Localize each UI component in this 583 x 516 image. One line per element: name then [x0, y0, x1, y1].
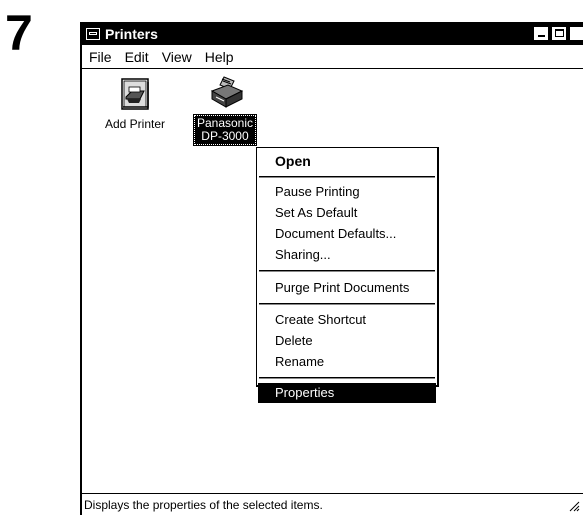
- menu-item-properties[interactable]: Properties: [258, 383, 436, 403]
- menu-separator: [259, 303, 435, 305]
- printer-icon: [208, 75, 244, 109]
- close-button[interactable]: ✕: [569, 26, 583, 41]
- menu-separator: [259, 270, 435, 272]
- menu-item-sharing[interactable]: Sharing...: [258, 245, 436, 265]
- menu-separator: [259, 377, 435, 379]
- menu-item-pause-printing[interactable]: Pause Printing: [258, 182, 436, 202]
- window-title: Printers: [105, 26, 158, 42]
- window-controls: ✕: [531, 26, 583, 41]
- maximize-button[interactable]: [551, 26, 567, 41]
- menu-edit[interactable]: Edit: [125, 49, 149, 65]
- printers-window: Printers ✕ File Edit View Help Add Print…: [80, 22, 583, 515]
- menu-view[interactable]: View: [162, 49, 192, 65]
- menu-item-document-defaults[interactable]: Document Defaults...: [258, 224, 436, 244]
- status-text: Displays the properties of the selected …: [84, 498, 323, 512]
- printer-label-line1: Panasonic: [196, 116, 254, 130]
- menu-separator: [259, 176, 435, 178]
- folder-content: Add Printer Panasonic DP-3000 Open Pause…: [82, 69, 583, 491]
- status-bar: Displays the properties of the selected …: [82, 493, 583, 515]
- add-printer-item[interactable]: Add Printer: [100, 77, 170, 132]
- menu-item-rename[interactable]: Rename: [258, 352, 436, 372]
- menu-item-set-as-default[interactable]: Set As Default: [258, 203, 436, 223]
- add-printer-label: Add Printer: [104, 117, 166, 131]
- menu-help[interactable]: Help: [205, 49, 234, 65]
- panasonic-printer-item[interactable]: Panasonic DP-3000: [190, 75, 260, 146]
- add-printer-icon: [118, 77, 152, 111]
- menu-item-open[interactable]: Open: [258, 151, 436, 171]
- printer-folder-icon: [86, 28, 100, 40]
- step-number: 7: [5, 5, 33, 61]
- resize-grip-icon[interactable]: [568, 500, 580, 512]
- menu-item-create-shortcut[interactable]: Create Shortcut: [258, 310, 436, 330]
- title-bar[interactable]: Printers ✕: [82, 23, 583, 45]
- panasonic-printer-label: Panasonic DP-3000: [192, 114, 258, 146]
- minimize-button[interactable]: [533, 26, 549, 41]
- menu-file[interactable]: File: [89, 49, 112, 65]
- menu-item-delete[interactable]: Delete: [258, 331, 436, 351]
- menu-bar: File Edit View Help: [82, 47, 240, 67]
- printer-label-line2: DP-3000: [201, 129, 249, 143]
- context-menu: Open Pause Printing Set As Default Docum…: [256, 147, 439, 403]
- menu-item-purge-print-documents[interactable]: Purge Print Documents: [258, 278, 436, 298]
